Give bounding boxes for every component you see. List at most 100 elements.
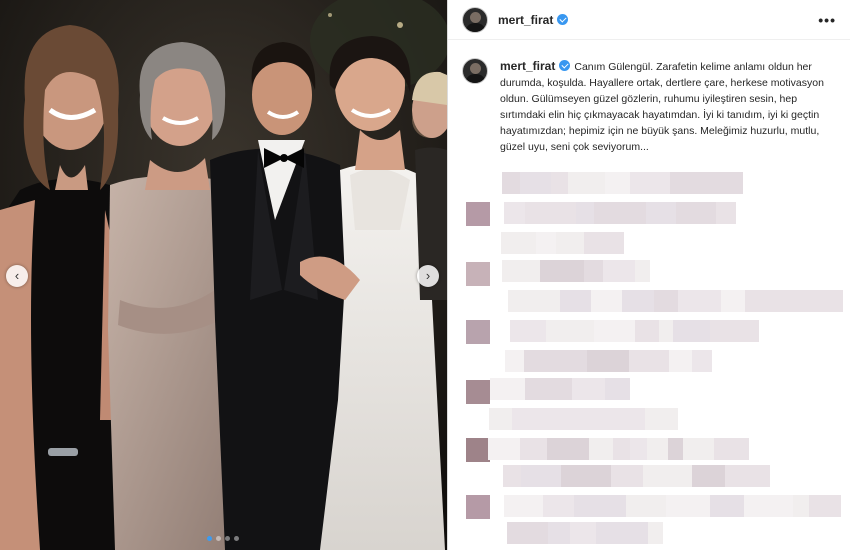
blurred-comment-block: [603, 260, 635, 282]
blurred-comment-block: [626, 495, 666, 517]
blurred-comment-block: [683, 438, 714, 460]
blurred-comment-block: [635, 260, 650, 282]
post-side-panel: mert_firat ••• mert_firat Canım Gülengül.…: [447, 0, 850, 550]
blurred-comment-block: [520, 172, 551, 194]
chevron-right-icon: ›: [425, 268, 431, 283]
blurred-comment-block: [503, 465, 521, 487]
blurred-comment-block: [678, 290, 721, 312]
blurred-comment-block: [546, 320, 572, 342]
post-header: mert_firat •••: [448, 0, 850, 40]
more-options-icon[interactable]: •••: [818, 12, 836, 28]
blurred-comment-block: [809, 495, 841, 517]
blurred-comment-block: [605, 378, 630, 400]
username[interactable]: mert_firat: [498, 13, 553, 27]
blurred-comment-block: [601, 232, 624, 254]
blurred-comment-block: [561, 465, 611, 487]
group-photo-image: [0, 0, 447, 550]
blurred-comment-block: [502, 172, 520, 194]
blurred-comment-block: [744, 495, 793, 517]
blurred-comment-block: [540, 260, 584, 282]
blurred-comment-block: [725, 465, 770, 487]
blurred-comment-block: [591, 290, 622, 312]
blurred-comment-block: [714, 438, 749, 460]
blurred-comment-block: [536, 232, 556, 254]
blurred-comment-block: [510, 320, 546, 342]
blurred-comment-block: [622, 290, 654, 312]
blurred-comment-block: [613, 438, 630, 460]
blurred-comment-block: [659, 320, 673, 342]
blurred-comment-block: [512, 408, 557, 430]
blurred-comment-block: [727, 320, 759, 342]
blurred-comment-block: [504, 202, 525, 224]
carousel-prev-button[interactable]: ‹: [6, 265, 28, 287]
caption-avatar[interactable]: [462, 58, 488, 84]
blurred-comment-block: [793, 495, 809, 517]
blurred-comment-block: [525, 378, 572, 400]
avatar[interactable]: [462, 6, 488, 33]
blurred-comment-block: [630, 172, 670, 194]
blurred-comment-avatar: [466, 202, 490, 226]
blurred-comment-block: [666, 495, 710, 517]
blurred-comment-block: [673, 320, 710, 342]
blurred-comment-avatar: [466, 438, 490, 462]
blurred-comment-block: [716, 202, 736, 224]
blurred-comment-block: [710, 320, 727, 342]
blurred-comment-block: [557, 408, 577, 430]
blurred-comment-block: [490, 378, 525, 400]
blurred-comment-block: [589, 438, 613, 460]
blurred-comment-block: [548, 522, 570, 544]
blurred-comment-block: [615, 408, 645, 430]
blurred-comment-avatar: [466, 380, 490, 404]
blurred-comment-block: [793, 290, 843, 312]
carousel-next-button[interactable]: ›: [417, 265, 439, 287]
carousel-dot: [216, 536, 221, 541]
blurred-comment-block: [507, 522, 548, 544]
blurred-comment-block: [556, 232, 584, 254]
blurred-comment-block: [547, 438, 589, 460]
blurred-comment-block: [635, 320, 659, 342]
caption-username[interactable]: mert_firat: [500, 59, 555, 73]
caption-row: mert_firat Canım Gülengül. Zarafetin keli…: [448, 40, 850, 155]
blurred-comment-block: [524, 350, 573, 372]
blurred-comment-block: [577, 408, 615, 430]
blurred-comment-block: [643, 465, 692, 487]
blurred-comment-block: [646, 202, 676, 224]
blurred-comment-block: [587, 350, 629, 372]
blurred-comment-block: [573, 350, 587, 372]
blurred-comment-block: [721, 290, 745, 312]
blurred-comment-block: [505, 350, 524, 372]
blurred-comment-block: [508, 290, 560, 312]
blurred-comment-block: [520, 438, 547, 460]
blurred-comment-block: [654, 290, 678, 312]
blurred-comment-block: [648, 522, 663, 544]
carousel-dot: [225, 536, 230, 541]
blurred-comment-block: [574, 495, 626, 517]
blurred-comment-avatar: [466, 495, 490, 519]
blurred-comment-block: [560, 290, 591, 312]
post-photo[interactable]: ‹ ›: [0, 0, 447, 550]
blurred-comment-block: [605, 172, 630, 194]
carousel-indicator: [207, 536, 239, 541]
blurred-comment-block: [629, 350, 669, 372]
blurred-comment-block: [745, 290, 793, 312]
blurred-comment-block: [710, 495, 744, 517]
blurred-comment-block: [584, 260, 603, 282]
blurred-comment-block: [692, 350, 712, 372]
caption: mert_firat Canım Gülengül. Zarafetin keli…: [500, 58, 836, 155]
caption-text: Canım Gülengül. Zarafetin kelime anlamı …: [500, 61, 824, 153]
blurred-comment-block: [584, 232, 601, 254]
blurred-comment-block: [488, 438, 520, 460]
blurred-comment-block: [572, 320, 594, 342]
blurred-comment-avatar: [466, 262, 490, 286]
blurred-comment-block: [501, 232, 536, 254]
blurred-comment-block: [572, 378, 605, 400]
blurred-comment-block: [594, 202, 646, 224]
carousel-dot: [207, 536, 212, 541]
carousel-dot: [234, 536, 239, 541]
blurred-comment-block: [504, 495, 543, 517]
blurred-comment-block: [525, 202, 576, 224]
blurred-comment-block: [670, 172, 703, 194]
blurred-comments-area: [448, 160, 850, 550]
blurred-comment-block: [703, 172, 743, 194]
blurred-comment-block: [502, 260, 540, 282]
